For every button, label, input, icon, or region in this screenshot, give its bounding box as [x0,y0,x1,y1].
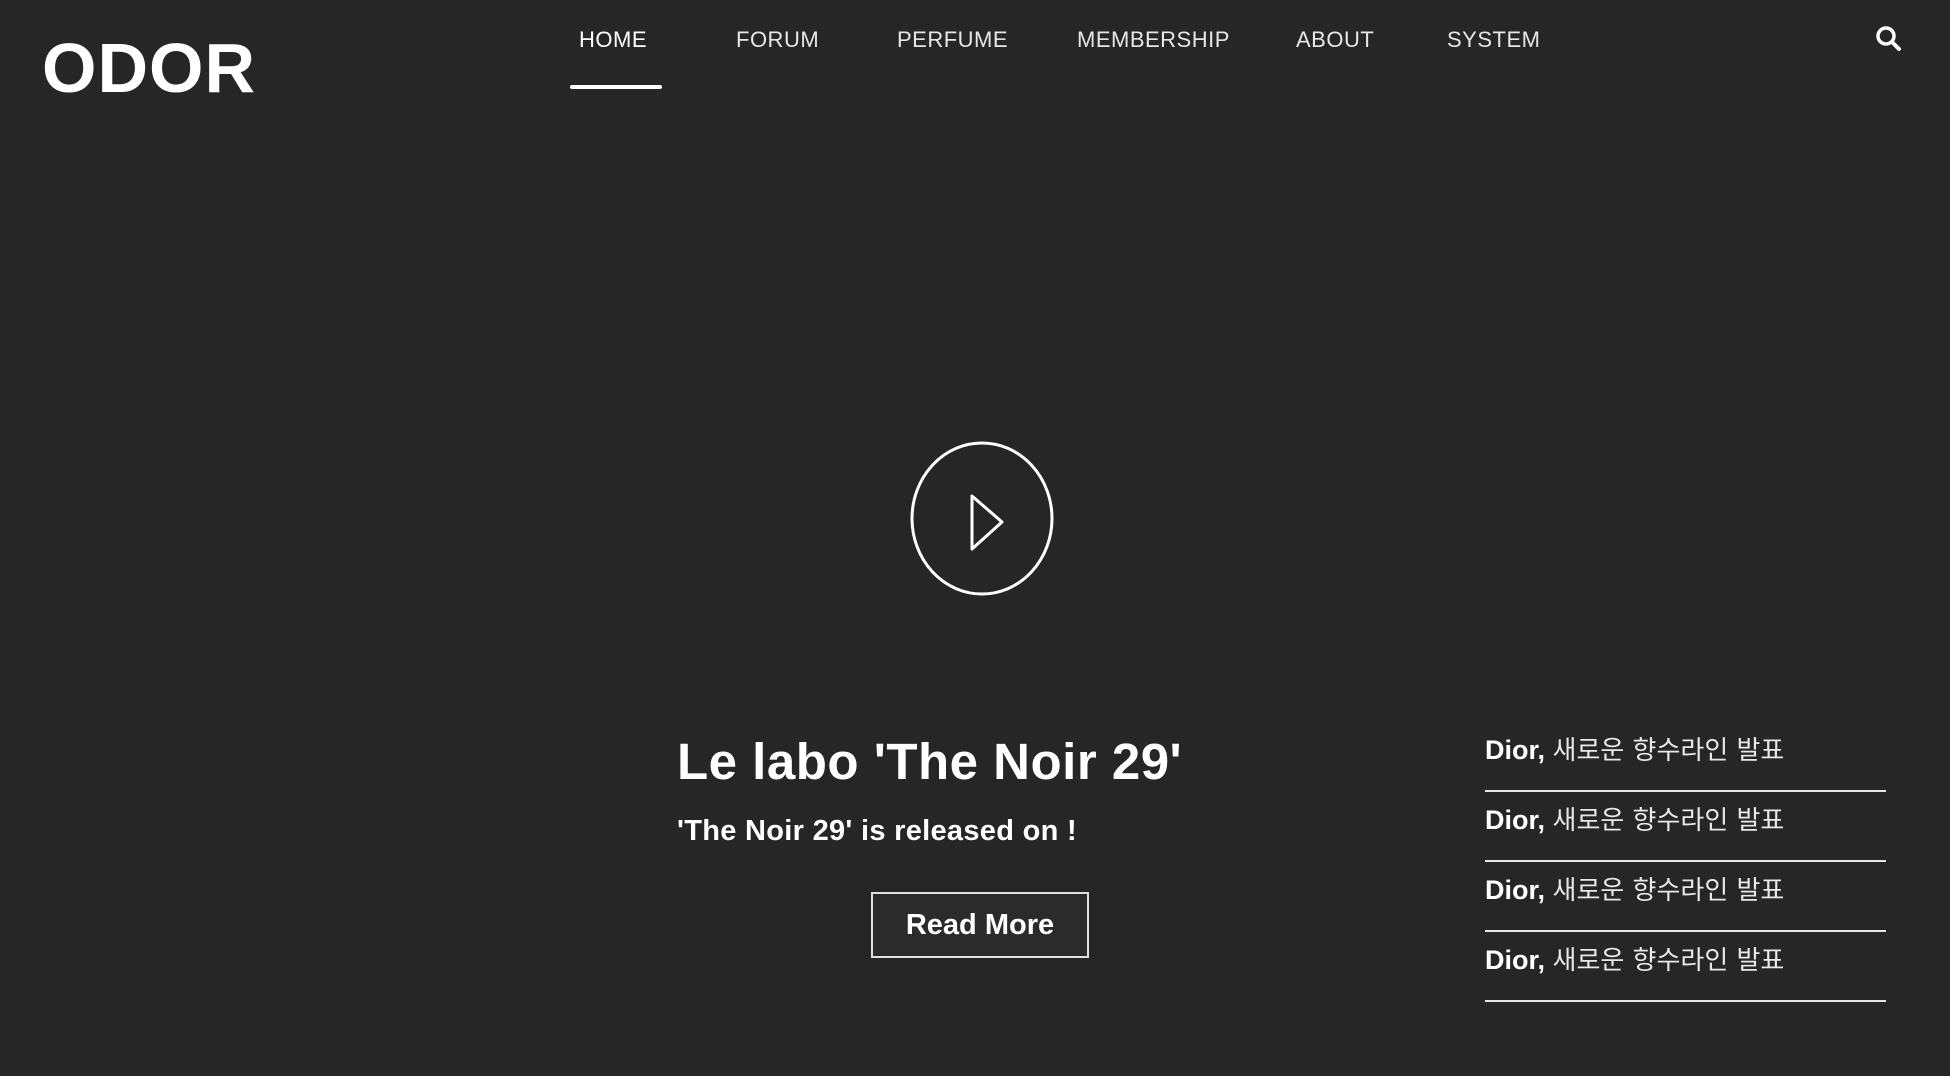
news-item[interactable]: Dior, 새로운 향수라인 발표 [1485,932,1886,1002]
news-title: 새로운 향수라인 발표 [1552,736,1785,766]
nav-system[interactable]: SYSTEM [1447,24,1540,56]
news-list: Dior, 새로운 향수라인 발표 Dior, 새로운 향수라인 발표 Dior… [1485,722,1886,1002]
nav-home[interactable]: HOME [579,24,647,56]
news-title: 새로운 향수라인 발표 [1552,946,1785,976]
nav-perfume[interactable]: PERFUME [897,24,1008,56]
play-icon [910,441,1054,596]
news-item[interactable]: Dior, 새로운 향수라인 발표 [1485,792,1886,862]
news-title: 새로운 향수라인 발표 [1552,806,1785,836]
search-button[interactable] [1874,24,1904,54]
news-title: 새로운 향수라인 발표 [1552,876,1785,906]
news-brand: Dior, [1485,875,1546,905]
search-icon [1876,26,1901,51]
news-item[interactable]: Dior, 새로운 향수라인 발표 [1485,722,1886,792]
hero-subtitle: 'The Noir 29' is released on ! [677,815,1077,847]
hero-title: Le labo 'The Noir 29' [677,733,1183,790]
news-brand: Dior, [1485,735,1546,765]
news-brand: Dior, [1485,945,1546,975]
play-video-button[interactable] [910,441,1054,596]
nav-about[interactable]: ABOUT [1296,24,1374,56]
news-brand: Dior, [1485,805,1546,835]
active-nav-indicator [570,85,662,89]
main-nav: HOME FORUM PERFUME MEMBERSHIP ABOUT SYST… [0,20,1950,89]
read-more-button[interactable]: Read More [871,892,1089,958]
page: ODOR HOME FORUM PERFUME MEMBERSHIP ABOUT… [0,0,1950,1076]
news-item[interactable]: Dior, 새로운 향수라인 발표 [1485,862,1886,932]
nav-membership[interactable]: MEMBERSHIP [1077,24,1230,56]
nav-forum[interactable]: FORUM [736,24,819,56]
